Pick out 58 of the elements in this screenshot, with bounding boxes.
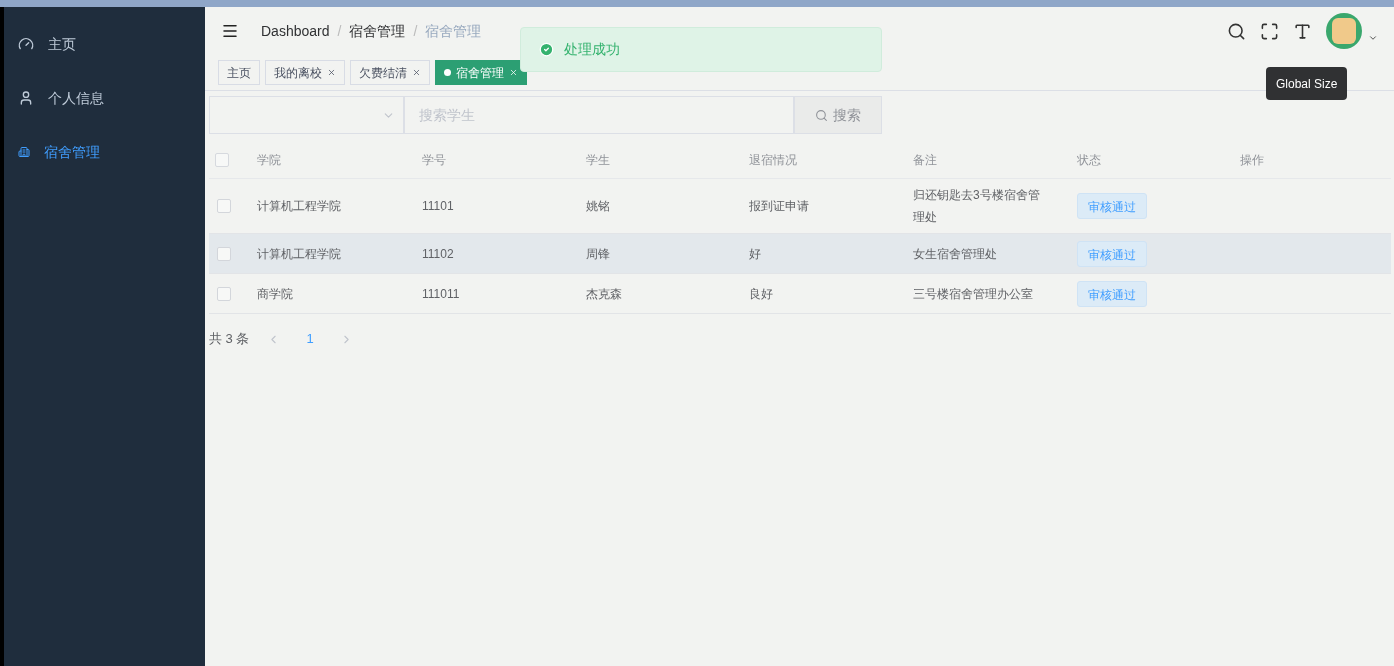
breadcrumb-separator: / xyxy=(413,21,418,41)
column-header: 退宿情况 xyxy=(749,152,797,167)
column-header: 学号 xyxy=(422,152,446,167)
table-cell-text: 三号楼宿舍管理办公室 xyxy=(913,285,1034,303)
column-header: 学生 xyxy=(586,152,610,167)
table-cell-text: 女生宿舍管理处 xyxy=(913,245,998,263)
table-cell-text: 11101 xyxy=(422,198,455,215)
select-field[interactable] xyxy=(209,96,404,134)
status-badge: 审核通过 xyxy=(1077,280,1147,307)
table-cell-text: 111011 xyxy=(422,285,461,303)
column-header: 备注 xyxy=(913,152,937,167)
checkbox[interactable] xyxy=(217,199,231,213)
caret-icon[interactable] xyxy=(1368,33,1378,43)
search-icon[interactable] xyxy=(1227,21,1246,41)
tag-tab[interactable]: 我的离校 xyxy=(265,60,345,85)
table-cell-text: 计算机工程学院 xyxy=(257,245,342,263)
sidebar-item[interactable]: 主页 xyxy=(4,17,205,71)
table-row[interactable]: 计算机工程学院 11102 周锋 好 女生宿舍管理处 审核通过 xyxy=(209,234,1391,274)
checkbox[interactable] xyxy=(217,286,231,301)
table-cell-text: 良好 xyxy=(749,285,774,303)
text-size-icon[interactable] xyxy=(1293,21,1312,41)
breadcrumb-item[interactable]: 宿舍管理 xyxy=(349,20,406,42)
breadcrumb-item: 宿舍管理 xyxy=(425,21,482,41)
sidebar-item[interactable]: 宿舍管理 xyxy=(4,125,205,179)
tag-tab[interactable]: 主页 xyxy=(218,60,260,85)
table-cell-text: 计算机工程学院 xyxy=(257,198,342,215)
tooltip: Global Size xyxy=(1266,67,1348,100)
close-icon[interactable] xyxy=(412,68,421,77)
gauge-icon xyxy=(18,36,34,52)
table-cell-text: 报到证申请 xyxy=(749,198,810,215)
search-icon xyxy=(815,108,828,122)
close-icon[interactable] xyxy=(327,68,336,77)
checkbox[interactable] xyxy=(217,246,231,261)
fullscreen-icon[interactable] xyxy=(1260,21,1279,41)
column-header: 学院 xyxy=(257,152,281,167)
status-badge: 审核通过 xyxy=(1077,240,1147,267)
user-icon xyxy=(18,90,34,106)
status-badge: 审核通过 xyxy=(1077,193,1147,219)
table-cell-text: 好 xyxy=(749,245,762,263)
checkbox[interactable] xyxy=(215,152,229,167)
check-circle-icon xyxy=(539,42,554,57)
success-toast: 处理成功 xyxy=(520,27,882,72)
column-header: 操作 xyxy=(1240,152,1264,167)
table-cell-text: 11102 xyxy=(422,245,455,263)
breadcrumb-separator: / xyxy=(337,21,342,41)
total-count: 共 3 条 xyxy=(209,330,250,349)
breadcrumb-item[interactable]: Dashboard xyxy=(261,20,330,42)
column-header: 状态 xyxy=(1077,152,1101,167)
sidebar-item[interactable]: 个人信息 xyxy=(4,71,205,125)
tag-tab[interactable]: 欠费结清 xyxy=(350,60,430,85)
avatar[interactable] xyxy=(1326,13,1362,49)
menu-icon[interactable] xyxy=(221,22,239,40)
table-cell-text: 杰克森 xyxy=(586,285,623,303)
table-cell-text: 周锋 xyxy=(586,245,611,263)
table-cell-text: 商学院 xyxy=(257,285,294,303)
building-icon xyxy=(18,146,30,158)
table-cell-text: 归还钥匙去3号楼宿舍管理处 xyxy=(913,187,1041,226)
table-cell-text: 姚铭 xyxy=(586,198,611,215)
